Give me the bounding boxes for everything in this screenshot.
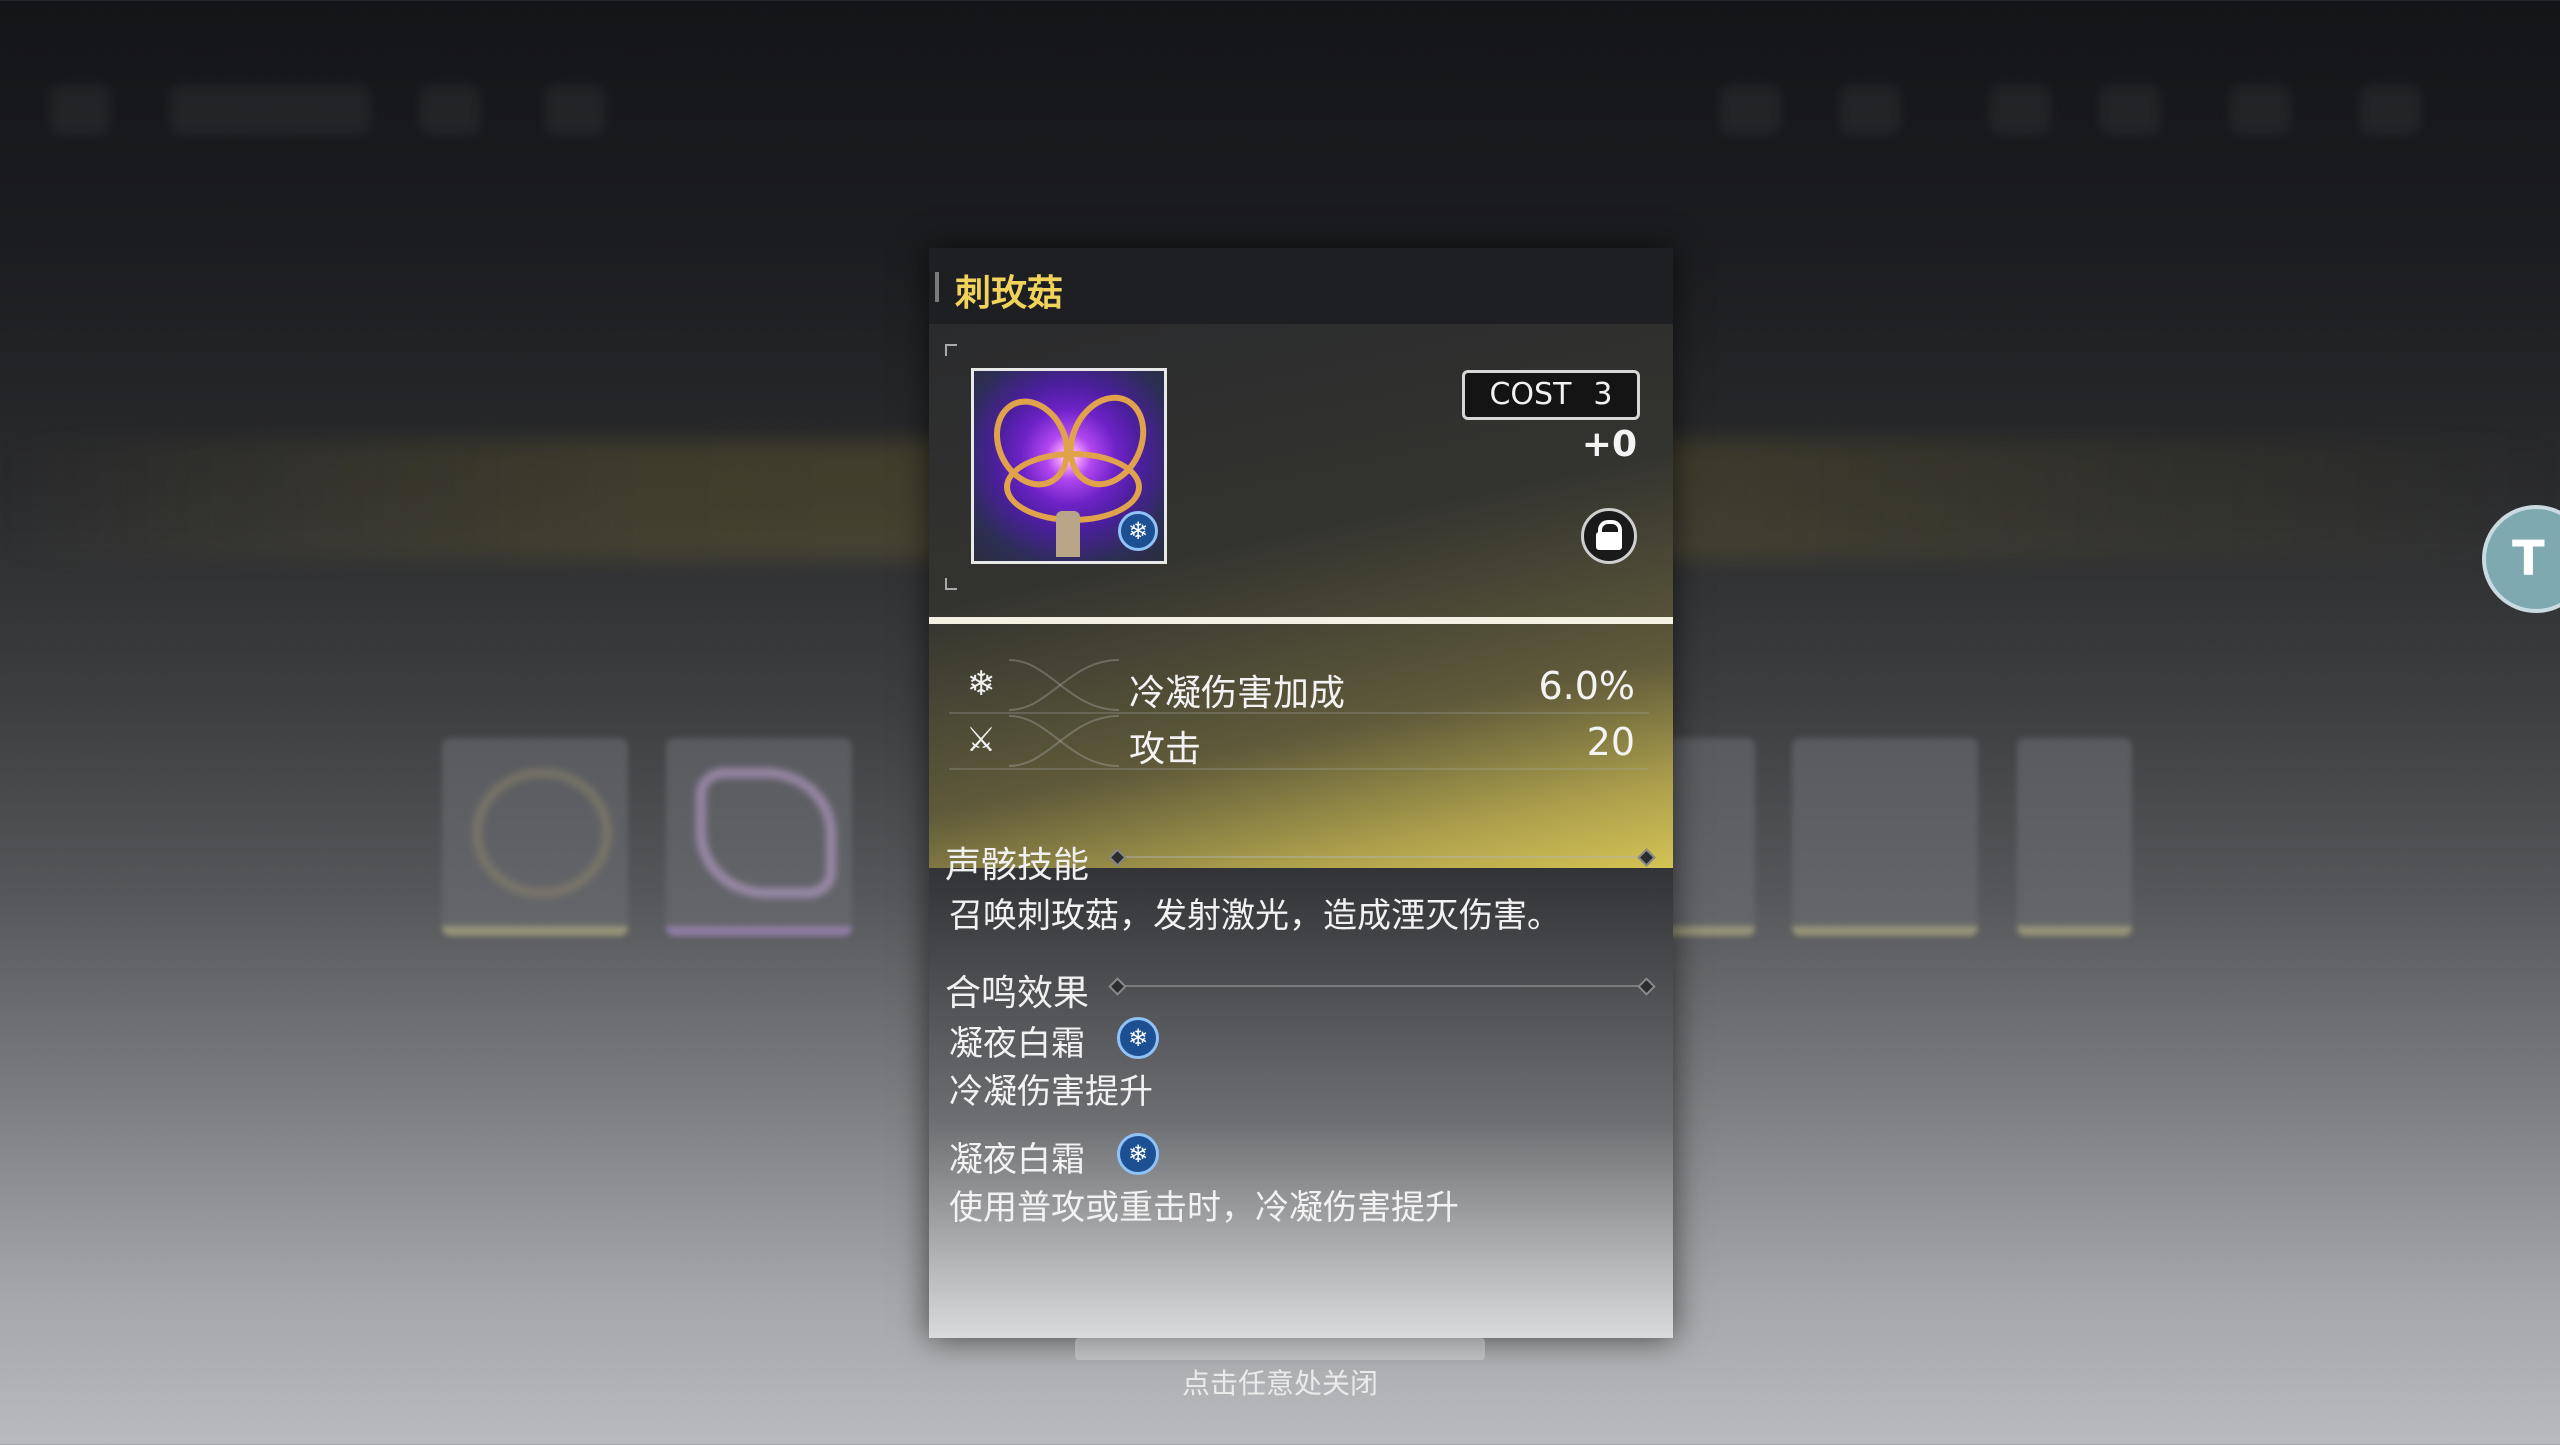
rarity-underline [929, 617, 1673, 624]
glacio-snowflake-icon: ❄ [1117, 1017, 1159, 1059]
echo-portrait: ❄ [971, 368, 1167, 564]
background-topbar-icon [170, 85, 370, 135]
sonata-effect-name: 凝夜白霜 [949, 1024, 1085, 1064]
background-echo-card [442, 738, 628, 936]
background-topbar-icon [1720, 85, 1780, 135]
background-echo-card [1660, 738, 1755, 936]
background-topbar-icon [1990, 85, 2050, 135]
skill-description: 召唤刺玫菇，发射激光，造成湮灭伤害。 [949, 896, 1561, 936]
popup-bottom-bar [1075, 1338, 1485, 1360]
corner-bracket [945, 344, 957, 356]
background-topbar-icon [2360, 85, 2420, 135]
echo-detail-popup: 刺玫菇 ❄ COST 3 +0 ❄ 冷凝伤害加成 6.0% ⚔ 攻击 20 声骸技… [929, 248, 1673, 1338]
background-topbar-icon [50, 85, 110, 135]
background-topbar-icon [2230, 85, 2290, 135]
background-topbar-icon [1840, 85, 1900, 135]
lock-button[interactable] [1581, 508, 1637, 564]
sonata-effect-name: 凝夜白霜 [949, 1140, 1085, 1180]
stat-divider-swoosh [1009, 715, 1119, 767]
close-hint[interactable]: 点击任意处关闭 [0, 1362, 2560, 1402]
echo-level: +0 [1581, 424, 1637, 465]
background-topbar-icon [2100, 85, 2160, 135]
stat-name: 攻击 [1129, 729, 1202, 770]
background-echo-card [2017, 738, 2132, 936]
glacio-snowflake-icon: ❄ [1118, 511, 1158, 551]
sonata-section-title: 合鸣效果 [945, 973, 1090, 1014]
background-topbar-icon [545, 85, 605, 135]
skill-section-title: 声骸技能 [945, 845, 1090, 886]
sonata-effect-description: 使用普攻或重击时，冷凝伤害提升 [949, 1188, 1459, 1228]
echo-name: 刺玫菇 [955, 273, 1064, 314]
stat-value: 6.0% [1538, 664, 1635, 708]
cost-badge: COST 3 [1462, 370, 1640, 420]
glacio-snowflake-icon: ❄ [1117, 1133, 1159, 1175]
title-accent-bar [935, 272, 939, 302]
background-echo-card [1792, 738, 1978, 936]
stat-name: 冷凝伤害加成 [1129, 673, 1346, 714]
background-echo-card [666, 738, 852, 936]
section-divider [1117, 985, 1647, 987]
stat-value: 20 [1586, 720, 1635, 764]
corner-bracket [945, 578, 957, 590]
section-divider [1117, 856, 1647, 858]
attack-swords-icon: ⚔ [965, 720, 997, 760]
sonata-effect-description: 冷凝伤害提升 [949, 1072, 1153, 1112]
stat-divider-swoosh [1009, 659, 1119, 711]
popup-header: 刺玫菇 [929, 248, 1673, 325]
glacio-damage-icon: ❄ [966, 664, 996, 704]
stat-row: ⚔ 攻击 20 [949, 714, 1649, 770]
stat-row: ❄ 冷凝伤害加成 6.0% [949, 658, 1649, 714]
background-topbar-icon [420, 85, 480, 135]
